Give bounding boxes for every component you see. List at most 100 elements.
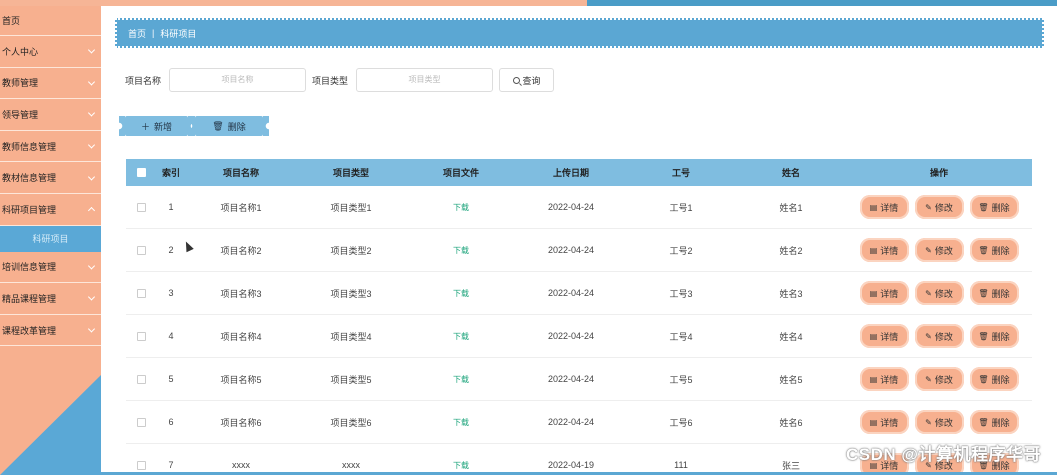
cell-index: 3 (168, 288, 174, 298)
delete-button[interactable]: 🗑 删除 (969, 238, 1019, 262)
batch-delete-button[interactable]: 🗑 删除 (195, 116, 269, 136)
edit-button[interactable]: ✎ 修改 (914, 367, 964, 391)
trash-icon: 🗑 (978, 245, 989, 255)
cell-index: 5 (168, 374, 174, 384)
header-index: 索引 (161, 168, 180, 178)
row-checkbox[interactable] (136, 460, 146, 470)
project-name-input[interactable]: 项目名称 (169, 68, 307, 92)
select-all-checkbox[interactable] (136, 168, 146, 177)
cell-name: 项目名称3 (220, 288, 262, 299)
sidebar-item-course-reform[interactable]: 课程改革管理 (0, 315, 101, 347)
breadcrumb-separator: | (152, 28, 155, 38)
cell-work-no: 工号3 (669, 288, 693, 299)
cell-name: 项目名称2 (220, 245, 262, 256)
detail-button[interactable]: ▤ 详情 (859, 367, 909, 391)
cell-index: 7 (168, 460, 174, 470)
cell-type: 项目类型4 (330, 331, 372, 342)
download-link[interactable]: 下载 (453, 461, 469, 470)
cell-person: 姓名5 (779, 374, 803, 385)
row-checkbox[interactable] (136, 288, 146, 298)
header-person: 姓名 (781, 168, 800, 178)
edit-button[interactable]: ✎ 修改 (914, 281, 964, 305)
sidebar-item-teacher-info[interactable]: 教师信息管理 (0, 131, 101, 163)
cell-work-no: 工号1 (669, 202, 693, 213)
table-row: 5 项目名称5 项目类型5 下载 2022-04-24 工号5 姓名5 ▤ 详情 ✎ 修改 🗑 删除 (126, 358, 1032, 401)
download-link[interactable]: 下载 (453, 375, 469, 384)
trash-icon: 🗑 (978, 331, 989, 341)
search-icon (512, 76, 520, 84)
delete-button[interactable]: 🗑 删除 (969, 195, 1019, 219)
row-checkbox[interactable] (136, 417, 146, 427)
edit-button[interactable]: ✎ 修改 (914, 324, 964, 348)
cell-person: 姓名4 (779, 331, 803, 342)
sidebar: 首页 个人中心 教师管理 领导管理 教师信息管理 教材信息管理 科研项目管理 科… (0, 6, 101, 475)
cell-index: 2 (168, 245, 174, 255)
cell-work-no: 工号6 (669, 417, 693, 428)
trash-icon: 🗑 (978, 374, 989, 384)
detail-button[interactable]: ▤ 详情 (859, 281, 909, 305)
cell-work-no: 工号5 (669, 374, 693, 385)
trash-icon: 🗑 (212, 120, 224, 131)
header-type: 项目类型 (332, 168, 369, 178)
cell-date: 2022-04-24 (547, 417, 595, 427)
sidebar-item-textbook-info[interactable]: 教材信息管理 (0, 162, 101, 194)
detail-button[interactable]: ▤ 详情 (859, 195, 909, 219)
document-icon: ▤ (869, 331, 878, 341)
row-checkbox[interactable] (136, 245, 146, 255)
trash-icon: 🗑 (978, 417, 989, 427)
document-icon: ▤ (869, 202, 878, 212)
cell-work-no: 工号4 (669, 331, 693, 342)
chevron-down-icon (87, 293, 96, 301)
table-header: 索引 项目名称 项目类型 项目文件 上传日期 工号 姓名 操作 (126, 159, 1032, 186)
download-link[interactable]: 下载 (453, 203, 469, 212)
delete-button[interactable]: 🗑 删除 (969, 367, 1019, 391)
sidebar-item-training-info[interactable]: 培训信息管理 (0, 252, 101, 284)
sidebar-item-quality-course[interactable]: 精品课程管理 (0, 283, 101, 315)
sidebar-item-teacher-management[interactable]: 教师管理 (0, 68, 101, 100)
cell-work-no: 工号2 (669, 245, 693, 256)
detail-button[interactable]: ▤ 详情 (859, 238, 909, 262)
table-row: 6 项目名称6 项目类型6 下载 2022-04-24 工号6 姓名6 ▤ 详情 ✎ 修改 🗑 删除 (126, 401, 1032, 444)
download-link[interactable]: 下载 (453, 289, 469, 298)
main-content: 首页 | 科研项目 项目名称 项目名称 项目类型 项目类型 查询 ＋ 新增 🗑 … (101, 6, 1057, 475)
chevron-down-icon (87, 109, 96, 118)
row-checkbox[interactable] (136, 202, 146, 212)
search-button[interactable]: 查询 (499, 68, 555, 92)
header-work-no: 工号 (671, 168, 690, 178)
download-link[interactable]: 下载 (453, 418, 469, 427)
edit-button[interactable]: ✎ 修改 (914, 195, 964, 219)
add-button[interactable]: ＋ 新增 (125, 116, 194, 136)
download-link[interactable]: 下载 (453, 246, 469, 255)
sidebar-item-personal-center[interactable]: 个人中心 (0, 36, 101, 68)
watermark: CSDN @计算机程序华哥 (846, 445, 1041, 464)
cell-date: 2022-04-24 (547, 288, 595, 298)
delete-button[interactable]: 🗑 删除 (969, 324, 1019, 348)
project-type-label: 项目类型 (312, 75, 349, 86)
sidebar-item-home[interactable]: 首页 (0, 6, 101, 36)
project-type-input[interactable]: 项目类型 (356, 68, 494, 92)
detail-button[interactable]: ▤ 详情 (859, 324, 909, 348)
trash-icon: 🗑 (978, 288, 989, 298)
sidebar-item-research-management[interactable]: 科研项目管理 (0, 194, 101, 226)
row-checkbox[interactable] (136, 374, 146, 384)
download-link[interactable]: 下载 (453, 332, 469, 341)
chevron-down-icon (87, 173, 96, 181)
detail-button[interactable]: ▤ 详情 (859, 410, 909, 434)
pencil-icon: ✎ (925, 245, 932, 255)
sidebar-subitem-research-project[interactable]: 科研项目 (0, 225, 101, 252)
row-checkbox[interactable] (136, 331, 146, 341)
delete-button[interactable]: 🗑 删除 (969, 410, 1019, 434)
table-body: 1 项目名称1 项目类型1 下载 2022-04-24 工号1 姓名1 ▤ 详情 ✎ 修改 🗑 删除 2 项… (126, 186, 1032, 475)
cell-index: 6 (168, 417, 174, 427)
breadcrumb-home[interactable]: 首页 (128, 27, 146, 40)
cell-person: 姓名3 (779, 288, 803, 299)
delete-button[interactable]: 🗑 删除 (969, 281, 1019, 305)
sidebar-item-leader-management[interactable]: 领导管理 (0, 99, 101, 131)
edit-button[interactable]: ✎ 修改 (914, 238, 964, 262)
document-icon: ▤ (869, 288, 878, 298)
pencil-icon: ✎ (925, 202, 932, 212)
edit-button[interactable]: ✎ 修改 (914, 410, 964, 434)
chevron-down-icon (87, 141, 96, 149)
projects-table: 索引 项目名称 项目类型 项目文件 上传日期 工号 姓名 操作 1 项目名称1 项目… (126, 159, 1032, 475)
cell-date: 2022-04-24 (547, 245, 595, 255)
